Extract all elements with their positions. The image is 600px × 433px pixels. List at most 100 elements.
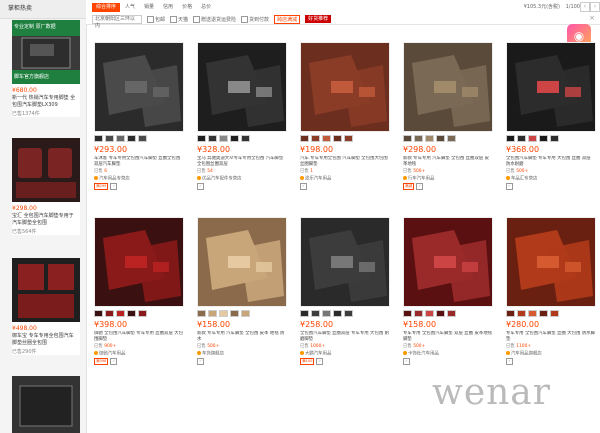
product-title[interactable]: 专车专用 全包围汽车脚垫 丝圈 大包围 防水脚垫 (506, 331, 596, 343)
tab-total[interactable]: 总价 (197, 3, 215, 12)
thumbnail[interactable] (550, 310, 559, 317)
product-shop[interactable]: 车品汇专营店 (506, 176, 596, 182)
product-card[interactable]: ¥398.00 御驰 全包围汽车脚垫 专车专用 丝圈双层 大包围脚垫 已售 90… (94, 217, 184, 365)
product-card[interactable]: ¥293.00 车沐客 专车专用全包围汽车脚垫 丝圈全包围双层汽车脚垫 已售 6… (94, 42, 184, 190)
thumbnail[interactable] (311, 310, 320, 317)
product-card[interactable]: ¥198.00 汽车 专车专用全包围 汽车脚垫 全包围大包围丝圈脚垫 已售 1 … (300, 42, 390, 190)
filter-tmall[interactable]: 天猫 (170, 15, 188, 23)
sidebar-item[interactable]: ¥298.00 宝汇 全包围汽车脚垫专用于 汽车脚垫全包围 已售564件 (12, 138, 80, 235)
location-select[interactable]: 北京朝阳区三环以内 (92, 14, 142, 29)
thumbnail[interactable] (197, 135, 206, 142)
product-card[interactable]: ¥158.00 专车专用 全包围汽车脚垫 双层 丝圈 皮革地毯脚垫 已售 500… (403, 217, 493, 365)
product-title[interactable]: 新款 专车专用 汽车脚垫 全包围 丝圈双层 皮革地毯 (403, 156, 493, 168)
thumbnail[interactable] (333, 310, 342, 317)
thumbnail[interactable] (138, 135, 147, 142)
sidebar-item-title[interactable]: 宝汇 全包围汽车脚垫专用于 汽车脚垫全包围 (12, 213, 80, 227)
thumbnail[interactable] (425, 310, 434, 317)
product-image[interactable] (506, 217, 596, 307)
product-shop[interactable]: 途乐汽车用品 (300, 176, 390, 182)
sidebar-item-image[interactable] (12, 258, 80, 322)
sidebar-item-image[interactable]: 专业定制 原厂数据 脚车官方旗舰店 (12, 20, 80, 84)
sidebar-item[interactable] (12, 376, 80, 433)
product-shop[interactable]: 行车汽车用品 (403, 176, 493, 182)
product-image[interactable] (300, 217, 390, 307)
thumbnail[interactable] (436, 310, 445, 317)
promo-cross-store[interactable]: 跨店满减 (274, 14, 301, 24)
product-image[interactable] (197, 217, 287, 307)
thumbnail[interactable] (550, 135, 559, 142)
thumbnail[interactable] (517, 310, 526, 317)
product-card[interactable]: ¥158.00 新款 专车专用 汽车脚垫 全包围 皮革 地毯 防水 已售 500… (197, 217, 287, 365)
product-shop[interactable]: 大鹏汽车用品 (300, 351, 390, 357)
product-title[interactable]: 宝马 奔驰奥迪大众专车专用全包围 汽车脚垫全包围丝圈双层 (197, 156, 287, 168)
thumbnail[interactable] (116, 310, 125, 317)
thumbnail[interactable] (241, 310, 250, 317)
thumbnail[interactable] (230, 310, 239, 317)
product-title[interactable]: 全包围汽车脚垫 专车专用 大包围 丝圈 双层 防水耐磨 (506, 156, 596, 168)
product-image[interactable] (403, 42, 493, 132)
thumbnail[interactable] (230, 135, 239, 142)
thumbnail[interactable] (506, 135, 515, 142)
product-shop[interactable]: 卡饰社汽车用品 (403, 351, 493, 357)
thumbnail[interactable] (539, 135, 548, 142)
product-card[interactable]: ¥280.00 专车专用 全包围汽车脚垫 丝圈 大包围 防水脚垫 已售 1100… (506, 217, 596, 365)
product-title[interactable]: 车沐客 专车专用全包围汽车脚垫 丝圈全包围双层汽车脚垫 (94, 156, 184, 168)
sidebar-item[interactable]: 专业定制 原厂数据 脚车官方旗舰店 ¥680.00 新一代 热销汽车专用脚垫 全… (12, 20, 80, 117)
thumbnail[interactable] (94, 310, 103, 317)
product-card[interactable]: ¥298.00 新款 专车专用 汽车脚垫 全包围 丝圈双层 皮革地毯 已售 50… (403, 42, 493, 190)
product-image[interactable] (94, 217, 184, 307)
thumbnail[interactable] (528, 135, 537, 142)
thumbnail[interactable] (333, 135, 342, 142)
thumbnail[interactable] (344, 135, 353, 142)
thumbnail[interactable] (241, 135, 250, 142)
thumbnail[interactable] (344, 310, 353, 317)
filter-return-insurance[interactable]: 赠送退货运费险 (193, 15, 236, 23)
tab-price[interactable]: 价格 (178, 3, 196, 12)
sidebar-item[interactable]: ¥498.00 御车宝 专车专用全包围汽车 脚垫丝圈全包围 已售290件 (12, 258, 80, 355)
tab-default[interactable]: 综合排序 (92, 3, 121, 12)
sidebar-item-image[interactable] (12, 138, 80, 202)
thumbnail[interactable] (322, 310, 331, 317)
close-icon[interactable]: × (589, 14, 595, 22)
sidebar-item-title[interactable]: 御车宝 专车专用全包围汽车 脚垫丝圈全包围 (12, 333, 80, 347)
product-image[interactable] (197, 42, 287, 132)
thumbnail[interactable] (403, 310, 412, 317)
thumbnail[interactable] (219, 135, 228, 142)
filter-free-shipping[interactable]: 包邮 (147, 15, 165, 23)
thumbnail[interactable] (127, 310, 136, 317)
thumbnail[interactable] (414, 135, 423, 142)
thumbnail[interactable] (105, 135, 114, 142)
product-title[interactable]: 汽车 专车专用全包围 汽车脚垫 全包围大包围丝圈脚垫 (300, 156, 390, 168)
thumbnail[interactable] (116, 135, 125, 142)
product-shop[interactable]: 汽车用品专营店 (94, 176, 184, 182)
next-page-button[interactable]: › (590, 2, 600, 12)
thumbnail[interactable] (311, 135, 320, 142)
thumbnail[interactable] (425, 135, 434, 142)
thumbnail[interactable] (300, 310, 309, 317)
sidebar-item-title[interactable]: 新一代 热销汽车专用脚垫 全包围汽车脚垫LX309 (12, 95, 80, 109)
thumbnail[interactable] (414, 310, 423, 317)
thumbnail[interactable] (208, 135, 217, 142)
product-shop[interactable]: 汽车用品旗舰店 (506, 351, 596, 357)
thumbnail[interactable] (322, 135, 331, 142)
product-title[interactable]: 全包围汽车脚垫 丝圈双层 专车专用 大包围 耐磨脚垫 (300, 331, 390, 343)
product-title[interactable]: 专车专用 全包围汽车脚垫 双层 丝圈 皮革地毯脚垫 (403, 331, 493, 343)
thumbnail[interactable] (138, 310, 147, 317)
product-shop[interactable]: 车饰旗舰店 (197, 351, 287, 357)
product-image[interactable] (403, 217, 493, 307)
product-image[interactable] (506, 42, 596, 132)
product-shop[interactable]: 御驰汽车用品 (94, 351, 184, 357)
thumbnail[interactable] (447, 135, 456, 142)
thumbnail[interactable] (300, 135, 309, 142)
prev-page-button[interactable]: ‹ (580, 2, 590, 12)
thumbnail[interactable] (436, 135, 445, 142)
product-title[interactable]: 新款 专车专用 汽车脚垫 全包围 皮革 地毯 防水 (197, 331, 287, 343)
thumbnail[interactable] (528, 310, 537, 317)
product-image[interactable] (94, 42, 184, 132)
thumbnail[interactable] (539, 310, 548, 317)
thumbnail[interactable] (105, 310, 114, 317)
product-title[interactable]: 御驰 全包围汽车脚垫 专车专用 丝圈双层 大包围脚垫 (94, 331, 184, 343)
thumbnail[interactable] (94, 135, 103, 142)
thumbnail[interactable] (447, 310, 456, 317)
thumbnail[interactable] (403, 135, 412, 142)
